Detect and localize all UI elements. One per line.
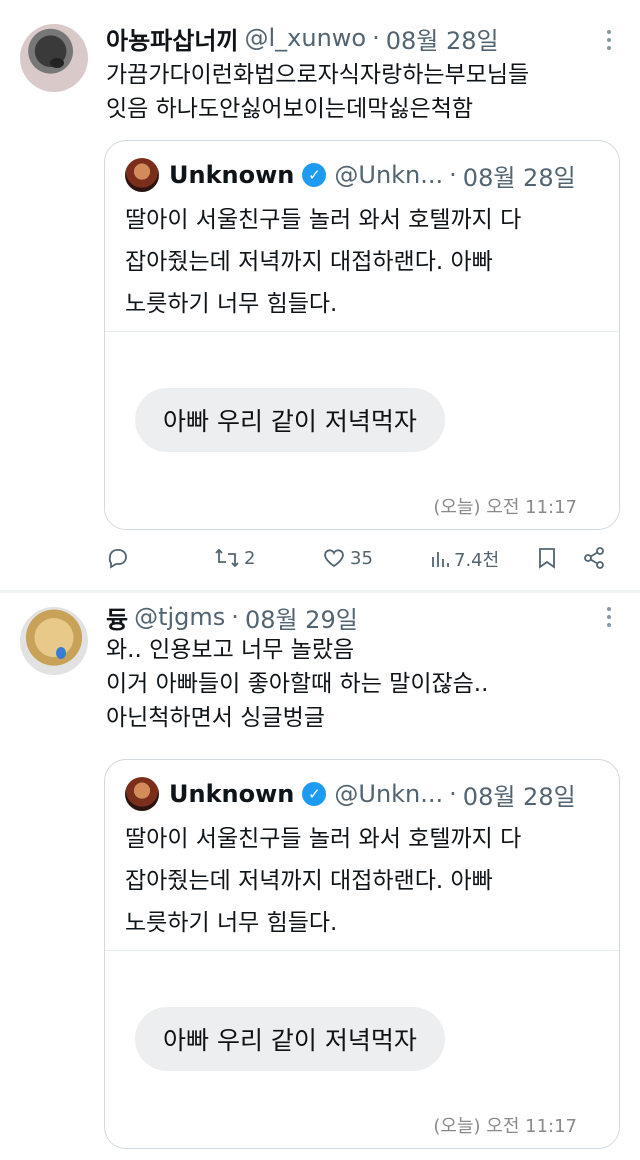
tweet-header: 듕 @tjgms · 08월 29일 — [106, 599, 590, 635]
user-handle[interactable]: @tjgms — [134, 603, 225, 631]
views-icon — [430, 547, 450, 571]
quoted-display-name: Unknown — [169, 780, 295, 808]
more-options-icon[interactable] — [604, 607, 614, 627]
separator-dot: · — [449, 780, 457, 808]
tweet[interactable]: 듕 @tjgms · 08월 29일 와.. 인용보고 너무 놀랐음 이거 아빠… — [0, 593, 640, 1160]
quoted-text-line: 잡아줬는데 저녁까지 대접하랜다. 아빠 — [125, 249, 493, 275]
like-count: 35 — [350, 547, 373, 569]
quoted-text-line: 노릇하기 너무 힘들다. — [125, 910, 338, 936]
separator-dot: · — [372, 24, 380, 52]
share-icon — [582, 546, 606, 570]
tweet-action-bar: 2 35 7.4천 — [104, 540, 620, 580]
quoted-avatar — [125, 777, 159, 811]
quoted-text-line: 노릇하기 너무 힘들다. — [125, 291, 338, 317]
quoted-tweet[interactable]: Unknown ✓ @Unkn... · 08월 28일 딸아이 서울친구들 놀… — [104, 140, 620, 530]
display-name[interactable]: 아뇽파삽너끼 — [106, 21, 238, 56]
message-bubble: 아빠 우리 같이 저녁먹자 — [135, 1007, 445, 1071]
share-button[interactable] — [582, 546, 606, 570]
quoted-tweet[interactable]: Unknown ✓ @Unkn... · 08월 28일 딸아이 서울친구들 놀… — [104, 759, 620, 1149]
quoted-tweet-header: Unknown ✓ @Unkn... · 08월 28일 — [125, 157, 576, 193]
quoted-avatar — [125, 158, 159, 192]
tweet-text: 와.. 인용보고 너무 놀랐음 이거 아빠들이 좋아할때 하는 말이잖슴.. 아… — [106, 633, 620, 735]
tweet-date[interactable]: 08월 28일 — [386, 21, 499, 56]
quoted-media-image[interactable]: 아빠 우리 같이 저녁먹자 (오늘) 오전 11:17 — [105, 950, 619, 1148]
message-bubble: 아빠 우리 같이 저녁먹자 — [135, 388, 445, 452]
quoted-date: 08월 28일 — [462, 163, 576, 192]
tweet-text-line: 와.. 인용보고 너무 놀랐음 — [106, 637, 355, 663]
message-timestamp: (오늘) 오전 11:17 — [433, 497, 577, 518]
tweet-text-line: 이거 아빠들이 좋아할때 하는 말이잖슴.. — [106, 671, 489, 697]
views-button[interactable]: 7.4천 — [430, 546, 499, 572]
tweet-header: 아뇽파삽너끼 @l_xunwo · 08월 28일 — [106, 20, 590, 56]
quoted-text: 딸아이 서울친구들 놀러 와서 호텔까지 다 잡아줬는데 저녁까지 대접하랜다.… — [125, 199, 603, 325]
avatar[interactable] — [20, 607, 88, 675]
quoted-handle: @Unkn... — [334, 780, 444, 808]
message-timestamp: (오늘) 오전 11:17 — [433, 1116, 577, 1137]
quoted-media-image[interactable]: 아빠 우리 같이 저녁먹자 (오늘) 오전 11:17 — [105, 331, 619, 529]
separator-dot: · — [449, 161, 457, 189]
quoted-text-line: 딸아이 서울친구들 놀러 와서 호텔까지 다 — [125, 826, 522, 852]
quoted-date: 08월 28일 — [462, 782, 576, 811]
tweet[interactable]: 아뇽파삽너끼 @l_xunwo · 08월 28일 가끔가다이런화법으로자식자랑… — [0, 0, 640, 592]
quoted-display-name: Unknown — [169, 161, 295, 189]
tweet-text-line: 잇음 하나도안싫어보이는데막싫은척함 — [106, 96, 474, 122]
reply-icon — [106, 546, 130, 570]
heart-icon — [322, 546, 346, 570]
quoted-text-line: 잡아줬는데 저녁까지 대접하랜다. 아빠 — [125, 868, 493, 894]
display-name[interactable]: 듕 — [106, 600, 128, 635]
verified-badge-icon: ✓ — [302, 163, 327, 187]
tweet-text: 가끔가다이런화법으로자식자랑하는부모님들 잇음 하나도안싫어보이는데막싫은척함 — [106, 58, 620, 126]
retweet-count: 2 — [244, 547, 256, 569]
verified-badge-icon: ✓ — [302, 782, 327, 806]
views-count: 7.4천 — [454, 550, 500, 571]
like-button[interactable]: 35 — [322, 546, 373, 570]
separator-dot: · — [231, 603, 239, 631]
quoted-handle: @Unkn... — [334, 161, 444, 189]
timeline-feed: 아뇽파삽너끼 @l_xunwo · 08월 28일 가끔가다이런화법으로자식자랑… — [0, 0, 640, 1160]
quoted-text-line: 딸아이 서울친구들 놀러 와서 호텔까지 다 — [125, 207, 522, 233]
retweet-icon — [214, 546, 240, 570]
tweet-date[interactable]: 08월 29일 — [245, 600, 358, 635]
tweet-text-line: 가끔가다이런화법으로자식자랑하는부모님들 — [106, 62, 530, 88]
quoted-text: 딸아이 서울친구들 놀러 와서 호텔까지 다 잡아줬는데 저녁까지 대접하랜다.… — [125, 818, 603, 944]
bookmark-button[interactable] — [536, 546, 558, 570]
avatar[interactable] — [20, 24, 88, 92]
more-options-icon[interactable] — [604, 30, 614, 50]
tweet-text-line: 아닌척하면서 싱글벙글 — [106, 705, 325, 731]
retweet-button[interactable]: 2 — [214, 546, 255, 570]
reply-button[interactable] — [106, 546, 130, 570]
user-handle[interactable]: @l_xunwo — [244, 24, 366, 52]
bookmark-icon — [536, 546, 558, 570]
quoted-tweet-header: Unknown ✓ @Unkn... · 08월 28일 — [125, 776, 576, 812]
